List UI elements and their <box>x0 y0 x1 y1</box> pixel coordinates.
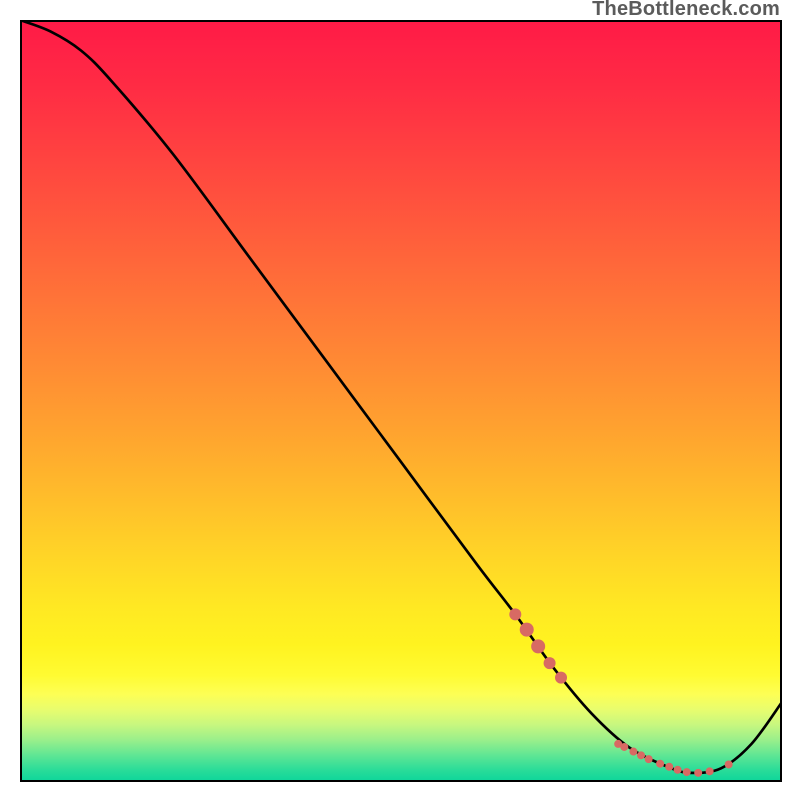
marker-dot <box>629 748 637 756</box>
marker-dot <box>620 743 628 751</box>
marker-dot <box>544 657 556 669</box>
marker-dot <box>694 769 702 777</box>
marker-dot <box>683 768 691 776</box>
marker-dot <box>665 763 673 771</box>
marker-dot <box>509 608 521 620</box>
marker-dot <box>725 760 733 768</box>
marker-dot <box>656 760 664 768</box>
marker-dot <box>674 766 682 774</box>
marker-dot <box>531 639 545 653</box>
watermark-text: TheBottleneck.com <box>592 0 780 21</box>
chart-stage: TheBottleneck.com <box>0 0 800 800</box>
marker-dot <box>520 623 534 637</box>
marker-dot <box>706 767 714 775</box>
plot-area <box>20 20 782 782</box>
marker-dot <box>555 672 567 684</box>
marker-dot <box>637 751 645 759</box>
curve-path <box>20 20 782 773</box>
marker-group <box>509 608 732 776</box>
marker-dot <box>645 755 653 763</box>
chart-curve-layer <box>20 20 782 782</box>
